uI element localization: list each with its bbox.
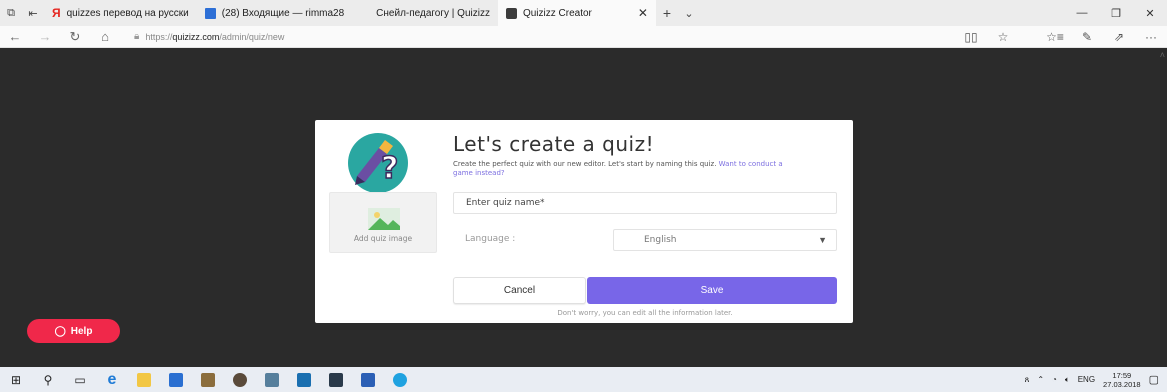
save-button[interactable]: Save [587,277,837,304]
cancel-button[interactable]: Cancel [453,277,586,304]
chat-bubble-icon: ◯ [54,325,66,337]
search-icon[interactable]: ⚲ [32,367,64,392]
tray-chevron-icon[interactable]: ⌃ [1037,375,1044,384]
clock-time: 17:59 [1112,370,1132,380]
input-language[interactable]: ENG [1078,375,1095,384]
browser-tab-bar: ⧉ ⇤ Я quizzes перевод на русски (28) Вхо… [0,0,1167,26]
home-icon[interactable]: ⌂ [90,26,120,48]
share-icon[interactable]: ⇗ [1103,26,1135,48]
restore-icon[interactable]: ❐ [1099,0,1133,26]
caret-down-icon: ▼ [818,235,827,245]
forward-icon[interactable]: → [30,26,60,48]
language-label: Language : [465,234,516,244]
volume-icon[interactable]: 🔈︎ [1065,375,1070,385]
quizizz-icon [505,7,517,19]
address-bar: ← → ↻ ⌂ 🔒︎ https://quizizz.com/admin/qui… [0,26,1167,48]
refresh-icon[interactable]: ↻ [60,26,90,48]
tab-quizizz-snail[interactable]: Снейл-педагогу | Quizizz [352,0,498,26]
tab-label: (28) Входящие — rimma28 [221,7,345,19]
people-icon[interactable]: ጸ [1025,375,1030,385]
close-tab-icon[interactable]: ✕ [638,6,648,20]
tab-label: Снейл-педагогу | Quizizz [376,7,490,19]
image-placeholder-icon [368,208,400,230]
edge-icon[interactable]: e [96,367,128,392]
page-backdrop: ˄ ? Let's create a quiz! Create the perf… [0,48,1167,367]
back-icon[interactable]: ← [0,26,30,48]
tab-label: quizzes перевод на русски [66,7,189,19]
tab-label: Quizizz Creator [522,7,592,19]
svg-text:?: ? [381,151,398,186]
web-note-icon[interactable]: ✎ [1071,26,1103,48]
app-icon-4[interactable] [288,367,320,392]
windows-taskbar: ⊞ ⚲ ▭ e ጸ ⌃ ◔ 🔈︎ ENG 17:59 27.03.2018 ▢ [0,367,1167,392]
clock-date: 27.03.2018 [1103,379,1141,389]
modal-description: Create the perfect quiz with our new edi… [453,160,783,177]
lock-icon: 🔒︎ [134,31,140,42]
close-window-icon[interactable]: ✕ [1133,0,1167,26]
help-label: Help [70,325,93,337]
create-quiz-modal: ? Let's create a quiz! Create the perfec… [315,120,853,323]
language-value: English [644,235,677,245]
tab-actions-icon[interactable]: ⧉ [0,0,22,26]
file-explorer-icon[interactable] [128,367,160,392]
word-icon[interactable] [352,367,384,392]
url-field[interactable]: 🔒︎ https://quizizz.com/admin/quiz/new [134,31,284,42]
quiz-logo-icon: ? [348,133,408,193]
favorite-star-icon[interactable]: ☆ [987,26,1019,48]
start-icon[interactable]: ⊞ [0,367,32,392]
add-quiz-image-label: Add quiz image [353,234,413,243]
network-icon[interactable]: ◔ [1052,375,1057,384]
yandex-icon: Я [52,6,61,20]
scrollbar-arrow-icon[interactable]: ˄ [1160,50,1165,60]
store-icon[interactable] [160,367,192,392]
modal-title: Let's create a quiz! [453,132,655,156]
task-view-icon[interactable]: ▭ [64,367,96,392]
notifications-icon[interactable]: ▢ [1149,373,1159,386]
minimize-icon[interactable]: — [1065,0,1099,26]
mail-icon [204,7,216,19]
app-icon-2[interactable] [224,367,256,392]
clock[interactable]: 17:59 27.03.2018 [1103,371,1141,389]
window-controls: — ❐ ✕ [1065,0,1167,26]
reading-view-icon[interactable]: ▯▯ [955,26,987,48]
address-bar-actions: ▯▯ ☆ ☆≡ ✎ ⇗ ··· [955,26,1167,48]
app-icon-3[interactable] [256,367,288,392]
url-text: https://quizizz.com/admin/quiz/new [145,31,285,42]
tab-mail[interactable]: (28) Входящие — rimma28 [197,0,352,26]
more-icon[interactable]: ··· [1135,26,1167,48]
quiz-name-input[interactable] [453,192,837,214]
system-tray: ጸ ⌃ ◔ 🔈︎ ENG 17:59 27.03.2018 ▢ [1025,367,1167,392]
set-aside-tabs-icon[interactable]: ⇤ [22,0,44,26]
favorites-hub-icon[interactable]: ☆≡ [1039,26,1071,48]
new-tab-icon[interactable]: + [656,0,678,26]
tab-preview-chevron-icon[interactable]: ⌄ [678,0,700,26]
language-select[interactable]: English ▼ [613,229,837,251]
tab-yandex[interactable]: Я quizzes перевод на русски [44,0,197,26]
app-icon-5[interactable] [320,367,352,392]
add-quiz-image-button[interactable]: Add quiz image [329,192,437,253]
skype-icon[interactable] [384,367,416,392]
help-button[interactable]: ◯ Help [27,319,120,343]
app-icon-1[interactable] [192,367,224,392]
tab-quizizz-creator[interactable]: Quizizz Creator ✕ [497,0,656,26]
edit-later-note: Don't worry, you can edit all the inform… [557,309,733,317]
